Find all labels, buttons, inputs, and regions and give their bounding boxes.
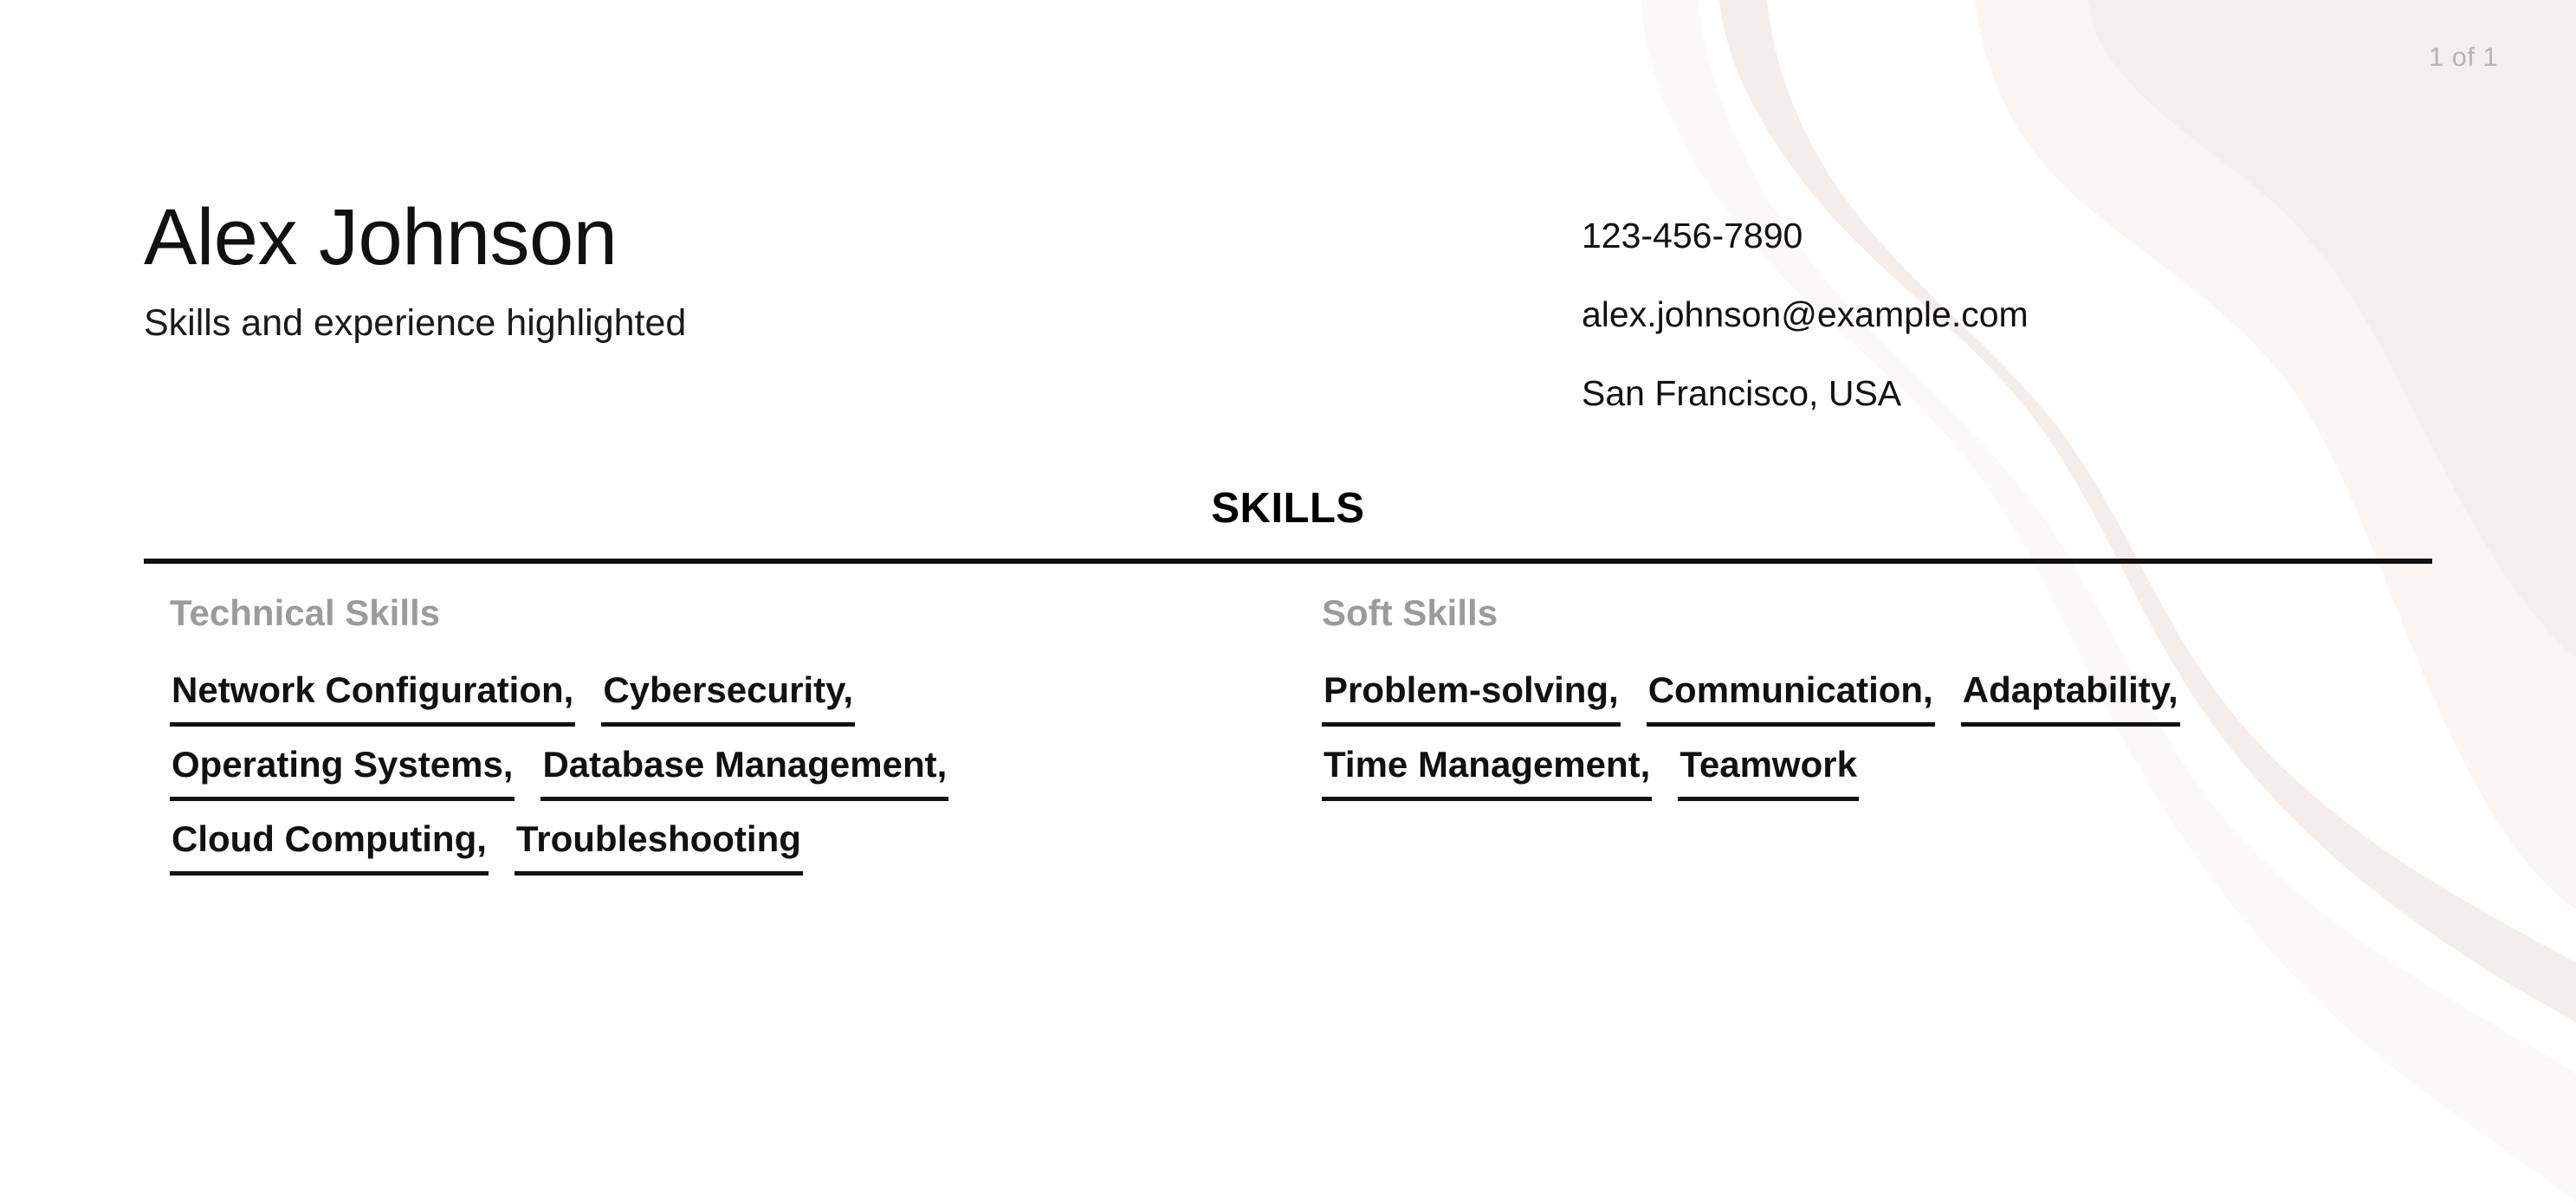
- page-indicator: 1 of 1: [2429, 42, 2498, 72]
- skills-columns: Technical Skills Network Configuration, …: [144, 595, 2432, 876]
- skill-row: Cloud Computing, Troubleshooting: [170, 821, 1322, 876]
- resume-page: Alex Johnson Skills and experience highl…: [0, 0, 2576, 1202]
- skill-row: Time Management, Teamwork: [1322, 746, 2474, 801]
- contact-email: alex.johnson@example.com: [1582, 294, 2029, 334]
- skills-section: SKILLS Technical Skills Network Configur…: [144, 488, 2432, 876]
- skill-item: Network Configuration,: [170, 672, 576, 727]
- skill-item: Operating Systems,: [170, 746, 515, 801]
- skill-item: Teamwork: [1678, 746, 1859, 801]
- skill-row: Network Configuration, Cybersecurity,: [170, 672, 1322, 727]
- section-title-skills: SKILLS: [1211, 485, 1365, 532]
- skill-item: Time Management,: [1322, 746, 1653, 801]
- resume-header: Alex Johnson Skills and experience highl…: [144, 0, 2432, 411]
- identity-block: Alex Johnson Skills and experience highl…: [144, 197, 1582, 346]
- skill-rows-soft: Problem-solving, Communication, Adaptabi…: [1322, 672, 2474, 801]
- skills-column-heading-technical: Technical Skills: [170, 592, 441, 633]
- contact-location: San Francisco, USA: [1582, 373, 1902, 413]
- skills-column-soft: Soft Skills Problem-solving, Communicati…: [1322, 595, 2474, 876]
- skill-rows-technical: Network Configuration, Cybersecurity, Op…: [170, 672, 1322, 876]
- section-divider: [144, 559, 2432, 564]
- skill-item: Cybersecurity,: [601, 672, 856, 727]
- candidate-tagline: Skills and experience highlighted: [144, 302, 687, 344]
- contact-block: 123-456-7890 alex.johnson@example.com Sa…: [1582, 197, 2029, 411]
- skill-item: Communication,: [1646, 672, 1935, 727]
- skill-row: Operating Systems, Database Management,: [170, 746, 1322, 801]
- contact-phone: 123-456-7890: [1582, 216, 1803, 255]
- skill-item: Adaptability,: [1960, 672, 2180, 727]
- skill-item: Problem-solving,: [1322, 672, 1621, 727]
- skills-column-heading-soft: Soft Skills: [1322, 592, 1498, 633]
- candidate-name: Alex Johnson: [144, 193, 618, 281]
- skill-item: Database Management,: [540, 746, 949, 801]
- skill-item: Troubleshooting: [514, 821, 803, 876]
- skill-item: Cloud Computing,: [170, 821, 489, 876]
- skills-column-technical: Technical Skills Network Configuration, …: [170, 595, 1322, 876]
- skill-row: Problem-solving, Communication, Adaptabi…: [1322, 672, 2474, 727]
